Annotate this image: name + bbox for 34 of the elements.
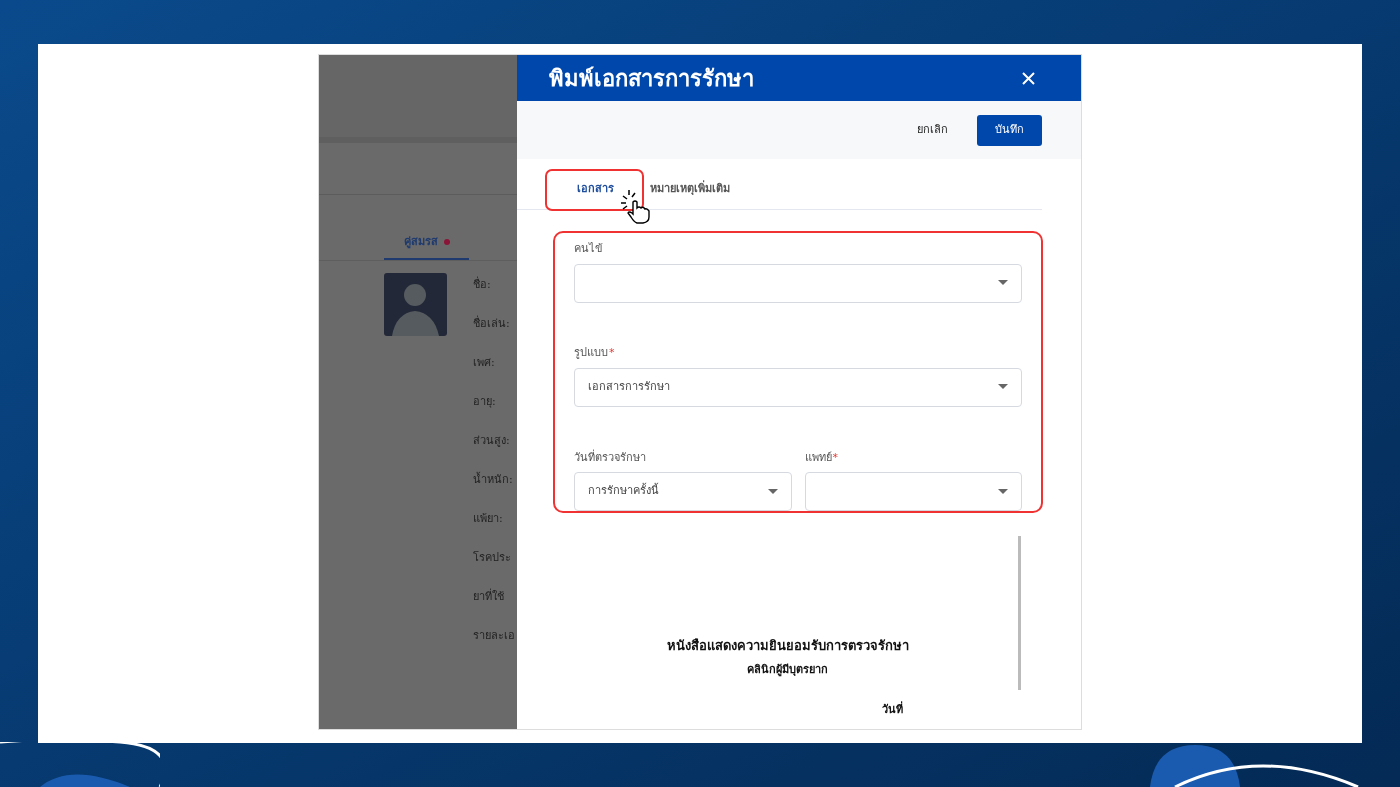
document-subtitle: คลินิกผู้มีบุตรยาก (747, 661, 828, 678)
profile-label: เพศ: (473, 355, 496, 371)
field-label: คนไข้ (574, 241, 603, 257)
select-field[interactable] (574, 263, 1022, 303)
profile-label: โรคประ (473, 550, 512, 566)
select-field[interactable]: การรักษาครั้งนี้ (574, 472, 792, 511)
document-title: หนังสือแสดงความยินยอมรับการตรวจรักษา (666, 637, 909, 655)
cancel-button[interactable]: ยกเลิก (901, 114, 964, 146)
dropdown-caret-icon (998, 384, 1008, 391)
tab[interactable]: เอกสาร (545, 169, 644, 209)
field-label: รูปแบบ (574, 345, 608, 362)
date-label: วันที่ (882, 702, 903, 718)
field-label: วันที่ตรวจรักษา (574, 449, 646, 466)
avatar-silhouette-icon (384, 273, 447, 336)
close-icon[interactable] (1022, 71, 1035, 85)
profile-label: แพ้ยา: (473, 511, 504, 527)
profile-label: น้ำหนัก: (473, 471, 514, 488)
save-button[interactable]: บันทึก (977, 114, 1042, 146)
profile-label: ชื่อเล่น: (473, 314, 511, 332)
profile-label: รายละเอ (473, 628, 515, 644)
select-field[interactable]: เอกสารการรักษา (574, 367, 1022, 407)
required-asterisk: * (609, 345, 615, 362)
dropdown-caret-icon (998, 280, 1008, 286)
profile-label: ส่วนสูง: (473, 433, 511, 449)
field-label: แพทย์ (804, 449, 832, 466)
tab[interactable]: หมายเหตุเพิ่มเติม (644, 169, 736, 209)
dropdown-caret-icon (998, 488, 1008, 495)
profile-label: อายุ: (473, 394, 497, 410)
dropdown-caret-icon (767, 488, 778, 495)
required-asterisk: * (832, 449, 838, 466)
profile-label: ชื่อ: (473, 275, 492, 293)
profile-label: ยาที่ใช้ (473, 587, 505, 605)
dialog-title: พิมพ์เอกสารการรักษา (549, 64, 755, 93)
select-field[interactable] (804, 472, 1022, 511)
